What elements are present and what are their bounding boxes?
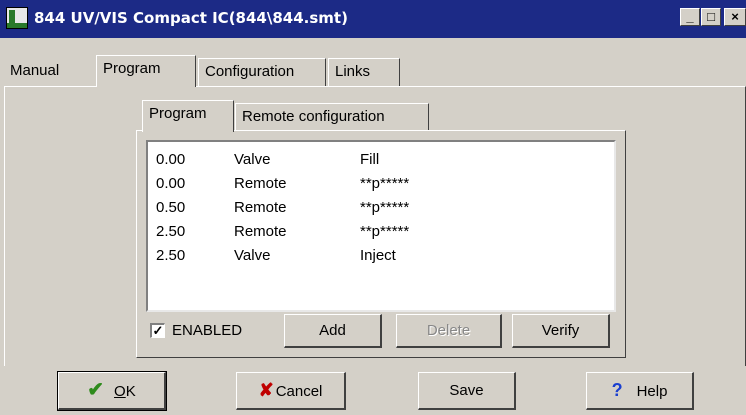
list-item[interactable]: 0.00 Valve Fill [156,148,596,172]
help-button-label: Help [636,383,668,400]
cancel-button[interactable]: ✘ Cancel [236,372,346,410]
save-button-label: Save [449,382,484,399]
tab-manual[interactable]: Manual [4,58,96,86]
row-time: 2.50 [156,247,186,264]
ok-button[interactable]: ✔ OK [57,371,167,411]
row-action: **p***** [360,199,410,216]
tab-manual-label: Manual [10,62,60,79]
tab-program[interactable]: Program [96,55,196,87]
verify-button-label: Verify [541,322,580,339]
row-device: Remote [234,199,287,216]
list-item[interactable]: 0.50 Remote **p***** [156,196,596,220]
tab-program-label: Program [103,60,161,77]
question-icon: ? [611,380,623,400]
row-device: Valve [234,151,271,168]
title-bar[interactable]: 844 UV/VIS Compact IC(844\844.smt) _ □ × [0,0,746,38]
row-action: Fill [360,151,380,168]
list-item[interactable]: 2.50 Remote **p***** [156,220,596,244]
tab-configuration-label: Configuration [205,63,295,80]
subtab-program[interactable]: Program [142,100,234,132]
instrument-icon [6,7,28,29]
delete-button[interactable]: Delete [396,314,502,348]
minimize-button[interactable]: _ [680,8,700,26]
save-button[interactable]: Save [418,372,516,410]
list-item[interactable]: 2.50 Valve Inject [156,244,596,268]
ok-button-label: OK [114,383,136,400]
window-title: 844 UV/VIS Compact IC(844\844.smt) [34,9,348,27]
tab-links[interactable]: Links [328,58,400,86]
row-device: Remote [234,223,287,240]
add-button-label: Add [319,322,346,339]
subtab-remote-configuration[interactable]: Remote configuration [235,103,429,131]
cancel-button-label: Cancel [275,383,323,400]
row-device: Remote [234,175,287,192]
subtab-remote-configuration-label: Remote configuration [242,108,385,125]
close-button[interactable]: × [724,8,746,26]
row-time: 0.00 [156,151,186,168]
program-list[interactable]: 0.00 Valve Fill 0.00 Remote **p***** 0.5… [146,140,616,312]
row-time: 2.50 [156,223,186,240]
verify-button[interactable]: Verify [512,314,610,348]
check-icon: ✔ [87,379,105,401]
row-action: Inject [360,247,396,264]
help-button[interactable]: ? Help [586,372,694,410]
row-action: **p***** [360,175,410,192]
row-time: 0.00 [156,175,186,192]
tab-links-label: Links [335,63,371,80]
maximize-button[interactable]: □ [701,8,721,26]
delete-button-label: Delete [426,322,471,339]
enabled-checkbox[interactable]: ✓ [150,323,165,338]
tab-configuration[interactable]: Configuration [198,58,326,86]
enabled-label: ENABLED [172,322,243,339]
list-item[interactable]: 0.00 Remote **p***** [156,172,596,196]
row-time: 0.50 [156,199,186,216]
main-window: 844 UV/VIS Compact IC(844\844.smt) _ □ ×… [0,0,746,415]
row-device: Valve [234,247,271,264]
row-action: **p***** [360,223,410,240]
x-icon: ✘ [258,380,274,400]
add-button[interactable]: Add [284,314,382,348]
subtab-program-label: Program [149,105,207,122]
